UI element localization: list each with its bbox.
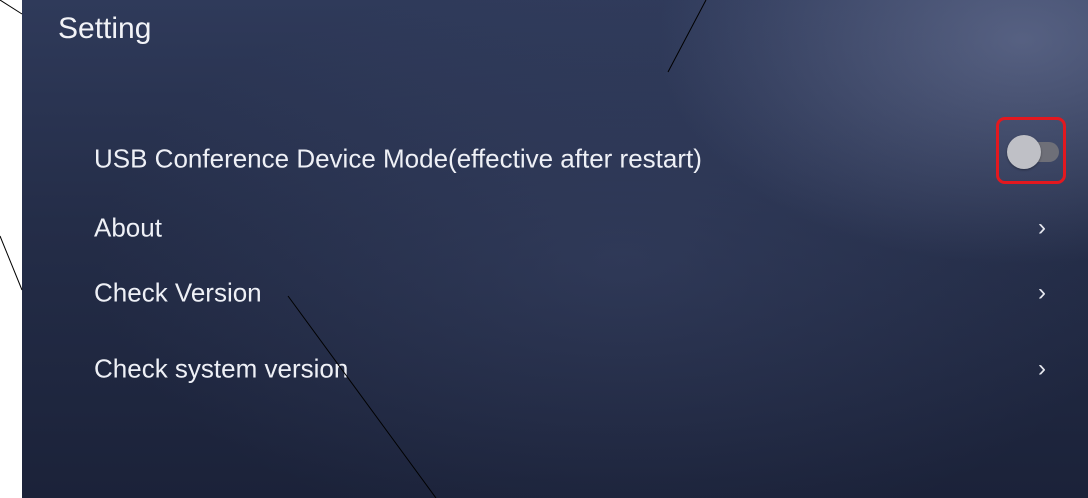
highlight-box xyxy=(996,117,1066,184)
chevron-right-icon: › xyxy=(1038,279,1046,306)
setting-label-check-system-version: Check system version xyxy=(94,353,349,384)
setting-label-check-version: Check Version xyxy=(94,277,262,308)
page-title: Setting xyxy=(58,12,152,45)
toggle-knob[interactable] xyxy=(1007,135,1041,169)
callout-line-top-left xyxy=(0,0,23,15)
screenshot-stage: Setting USB Conference Device Mode(effec… xyxy=(0,0,1088,498)
setting-row-usb-conference-mode[interactable]: USB Conference Device Mode(effective aft… xyxy=(22,131,1088,187)
callout-line-left xyxy=(0,235,23,291)
setting-label-about: About xyxy=(94,212,162,243)
chevron-right-icon: › xyxy=(1038,214,1046,241)
setting-label-usb-conference-mode: USB Conference Device Mode(effective aft… xyxy=(94,143,702,174)
chevron-right-icon: › xyxy=(1038,355,1046,382)
setting-row-about[interactable]: About › xyxy=(22,200,1088,256)
setting-row-check-system-version[interactable]: Check system version › xyxy=(22,341,1088,397)
setting-row-check-version[interactable]: Check Version › xyxy=(22,265,1088,321)
settings-screen: Setting USB Conference Device Mode(effec… xyxy=(22,0,1088,498)
